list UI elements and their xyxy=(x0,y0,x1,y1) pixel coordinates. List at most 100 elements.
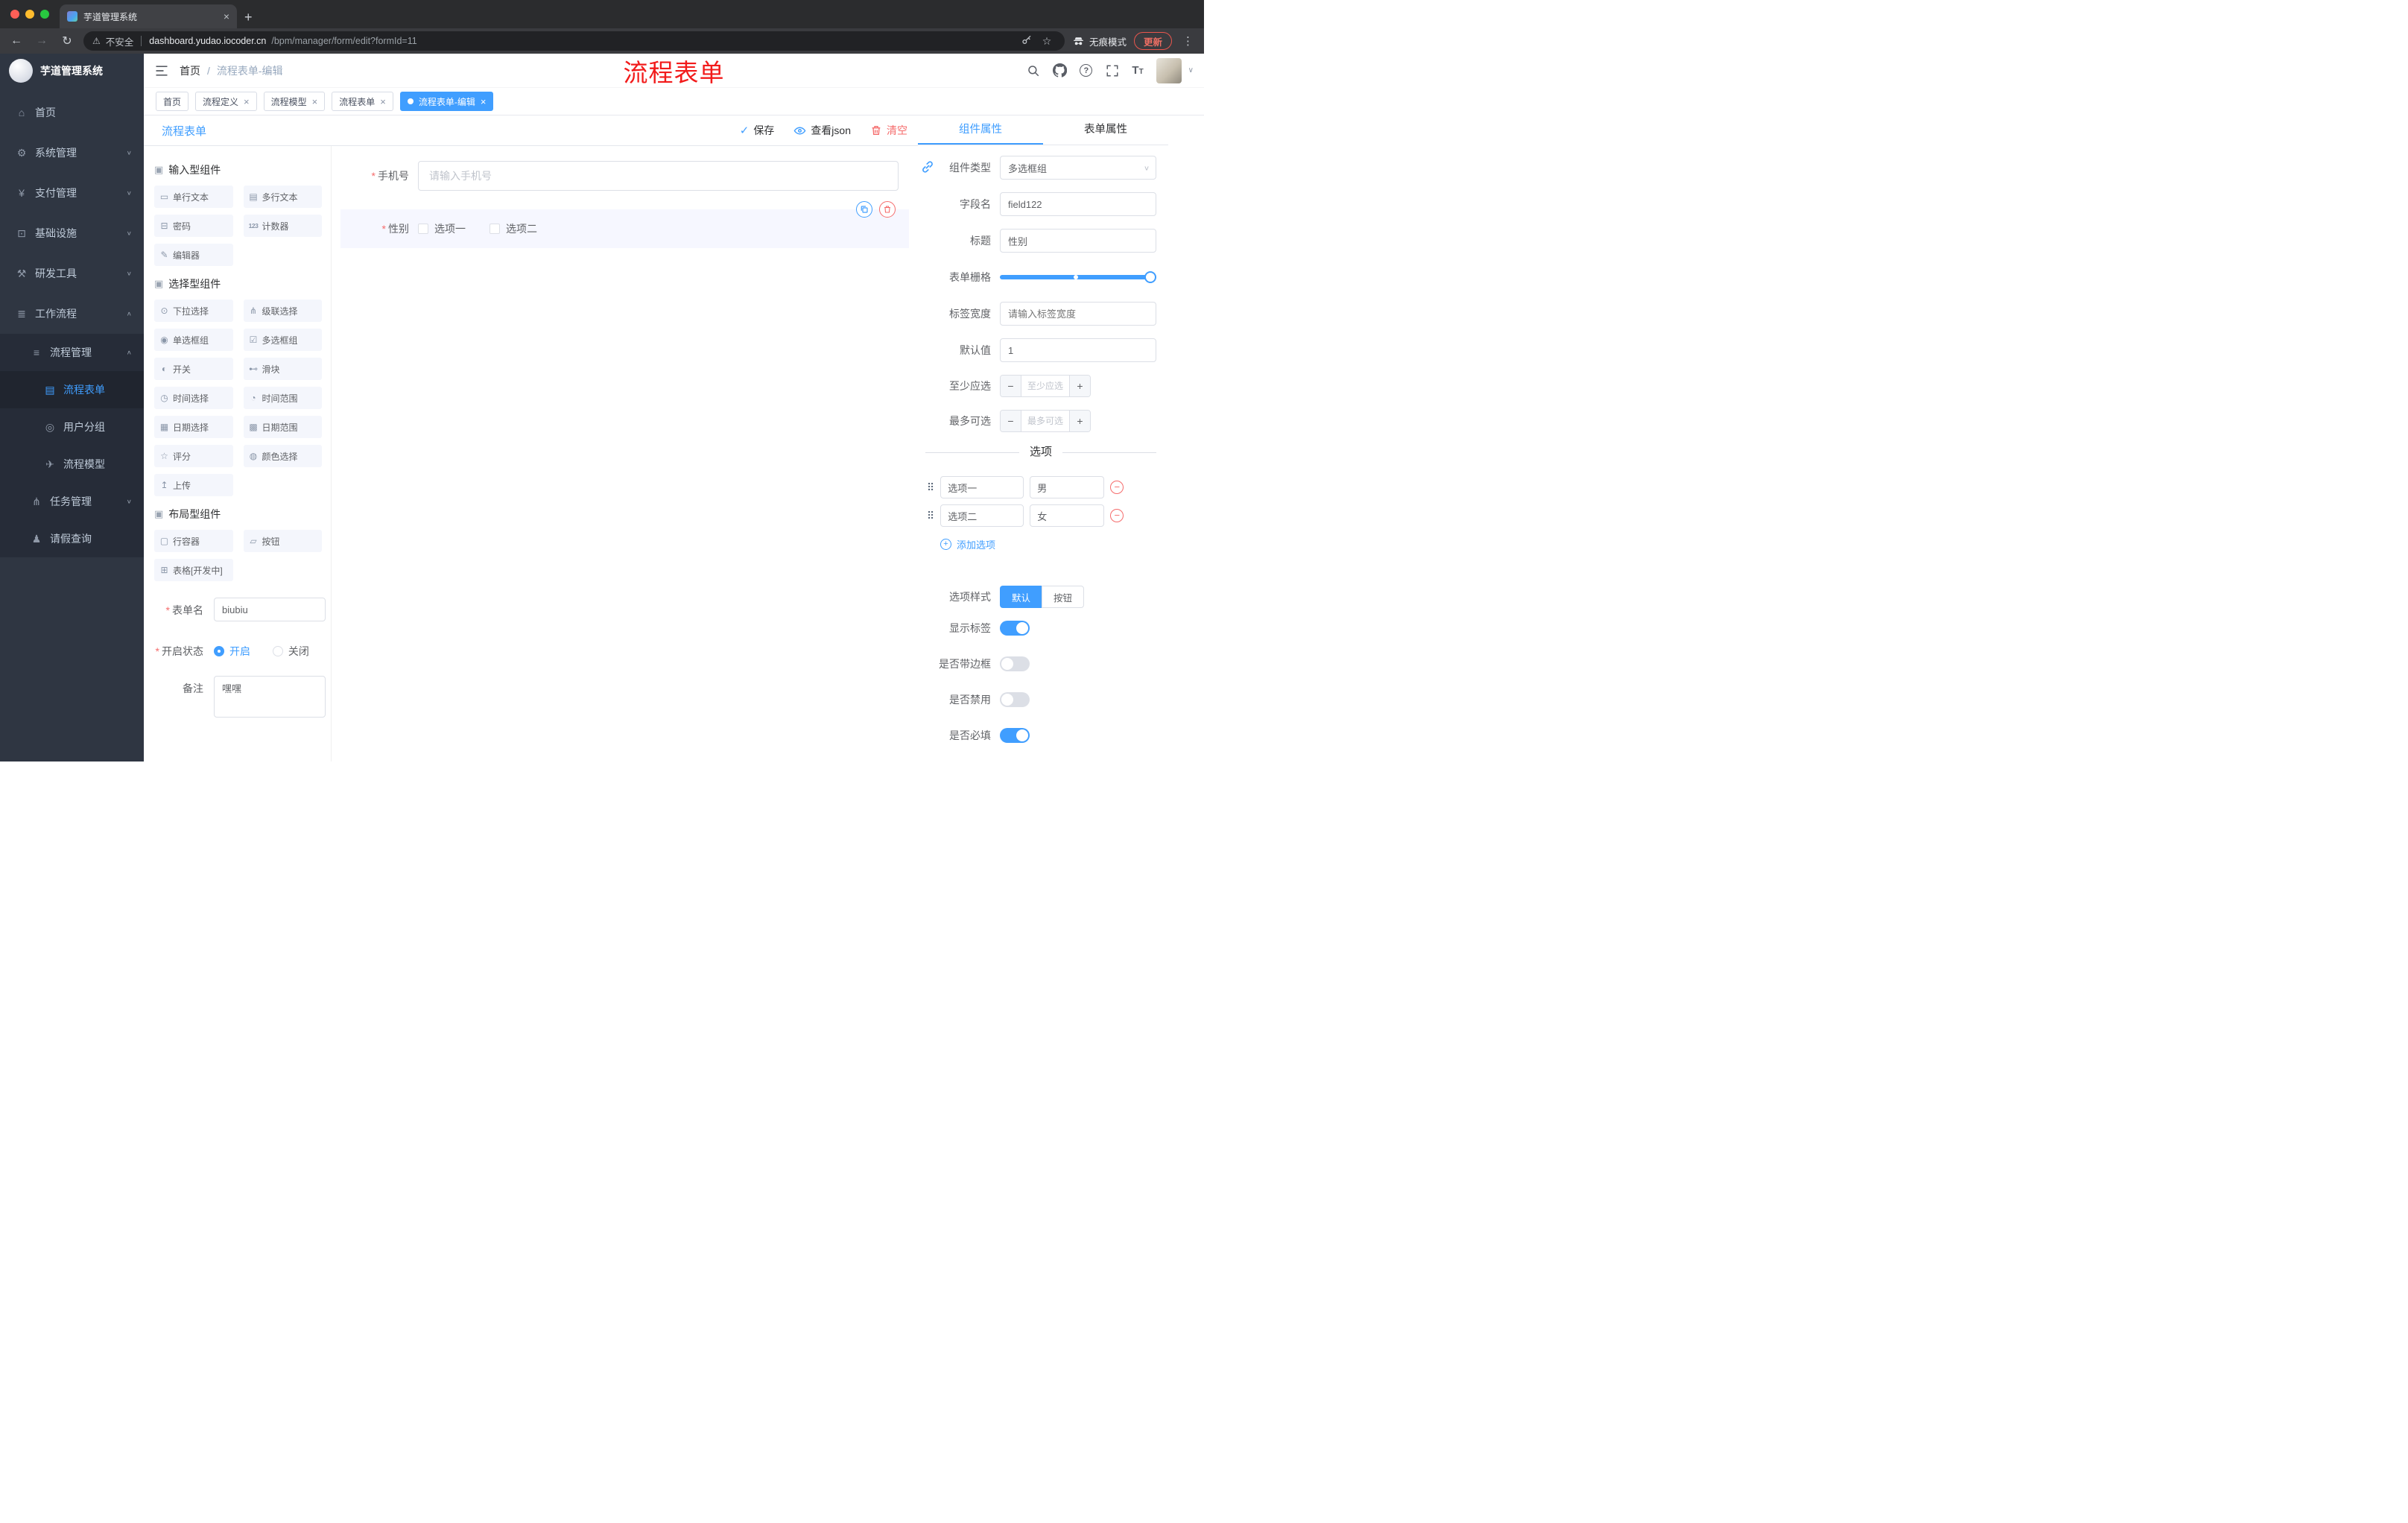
sidebar-item-process-form[interactable]: ▤ 流程表单 xyxy=(0,371,144,408)
border-toggle[interactable] xyxy=(1000,656,1030,671)
palette-item-table[interactable]: ⊞ 表格[开发中] xyxy=(154,559,233,581)
palette-item-date-picker[interactable]: ▦ 日期选择 xyxy=(154,416,233,438)
sidebar-item-process-mgmt[interactable]: ≡ 流程管理 ∧ xyxy=(0,334,144,371)
view-json-button[interactable]: 查看json xyxy=(793,123,851,138)
page-tab-process-form-edit[interactable]: 流程表单-编辑 × xyxy=(399,92,494,111)
page-tab-home[interactable]: 首页 xyxy=(156,92,189,111)
palette-item-multi-text[interactable]: ▤ 多行文本 xyxy=(243,186,322,208)
sidebar-item-home[interactable]: ⌂ 首页 xyxy=(0,92,144,133)
disabled-toggle[interactable] xyxy=(1000,692,1030,707)
address-bar[interactable]: ⚠ 不安全 dashboard.yudao.iocoder.cn/bpm/man… xyxy=(83,31,1065,51)
sidebar-item-task-mgmt[interactable]: ⋔ 任务管理 ∨ xyxy=(0,483,144,520)
form-name-input[interactable] xyxy=(214,598,326,621)
back-icon[interactable]: ← xyxy=(7,34,25,48)
delete-field-button[interactable] xyxy=(879,201,896,218)
sidebar-item-user-group[interactable]: ◎ 用户分组 xyxy=(0,408,144,446)
slider-handle[interactable] xyxy=(1144,271,1156,283)
update-button[interactable]: 更新 xyxy=(1133,32,1172,50)
gender-checkbox-option2[interactable]: 选项二 xyxy=(489,221,537,236)
search-icon[interactable] xyxy=(1026,63,1040,77)
sidebar-item-payment[interactable]: ¥ 支付管理 ∨ xyxy=(0,173,144,213)
tab-form-props[interactable]: 表单属性 xyxy=(1043,115,1168,145)
fullscreen-icon[interactable] xyxy=(1105,63,1119,77)
default-value-input[interactable] xyxy=(1000,338,1156,362)
tab-close-icon[interactable]: × xyxy=(244,96,250,107)
font-size-icon[interactable]: TT xyxy=(1132,64,1143,77)
status-radio-off[interactable]: 关闭 xyxy=(272,639,309,659)
gender-checkbox-option1[interactable]: 选项一 xyxy=(418,221,466,236)
save-button[interactable]: ✓ 保存 xyxy=(740,123,775,138)
show-label-toggle[interactable] xyxy=(1000,621,1030,636)
page-tab-process-model[interactable]: 流程模型 × xyxy=(263,92,326,111)
form-field-phone[interactable]: * 手机号 xyxy=(340,161,909,191)
phone-input[interactable] xyxy=(418,161,899,191)
new-tab-button[interactable]: + xyxy=(244,10,253,25)
option1-value-input[interactable] xyxy=(1030,476,1105,498)
palette-item-checkbox-group[interactable]: ☑ 多选框组 xyxy=(243,329,322,351)
form-field-gender[interactable]: * 性别 选项一 选项二 xyxy=(340,201,909,248)
palette-item-switch[interactable]: ◐ 开关 xyxy=(154,358,233,380)
minimize-window-button[interactable] xyxy=(25,10,34,19)
min-select-input[interactable] xyxy=(1021,376,1069,396)
sidebar-item-system[interactable]: ⚙ 系统管理 ∨ xyxy=(0,133,144,173)
increase-button[interactable]: + xyxy=(1069,376,1090,396)
field-name-input[interactable] xyxy=(1000,192,1156,216)
increase-button[interactable]: + xyxy=(1069,411,1090,431)
status-radio-on[interactable]: 开启 xyxy=(214,639,250,659)
sidebar-item-process-model[interactable]: ✈ 流程模型 xyxy=(0,446,144,483)
sidebar-item-leave-query[interactable]: ♟ 请假查询 xyxy=(0,520,144,557)
sidebar-item-infra[interactable]: ⊡ 基础设施 ∨ xyxy=(0,213,144,253)
close-window-button[interactable] xyxy=(10,10,19,19)
option1-label-input[interactable] xyxy=(940,476,1024,498)
tab-close-icon[interactable]: × xyxy=(312,96,318,107)
bookmark-star-icon[interactable]: ☆ xyxy=(1038,35,1056,48)
forward-icon[interactable]: → xyxy=(33,34,51,48)
hamburger-icon[interactable] xyxy=(154,63,169,78)
label-width-input[interactable] xyxy=(1000,302,1156,326)
reload-icon[interactable]: ↻ xyxy=(58,34,76,48)
palette-item-password[interactable]: ⊟ 密码 xyxy=(154,215,233,237)
zoom-window-button[interactable] xyxy=(40,10,49,19)
palette-item-time-range[interactable]: ◔ 时间范围 xyxy=(243,387,322,409)
decrease-button[interactable]: − xyxy=(1001,376,1021,396)
github-icon[interactable] xyxy=(1053,63,1068,77)
required-toggle[interactable] xyxy=(1000,728,1030,743)
browser-tab[interactable]: 芋道管理系统 × xyxy=(60,4,237,28)
help-icon[interactable]: ? xyxy=(1080,64,1093,77)
component-type-select[interactable]: 多选框组 ∨ xyxy=(1000,156,1156,180)
sidebar-logo[interactable]: 芋道管理系统 xyxy=(0,54,144,88)
clear-button[interactable]: 清空 xyxy=(870,123,907,138)
tab-close-icon[interactable]: × xyxy=(224,10,229,22)
max-select-input[interactable] xyxy=(1021,411,1069,431)
grid-slider[interactable] xyxy=(1000,265,1156,289)
duplicate-field-button[interactable] xyxy=(856,201,872,218)
palette-item-counter[interactable]: 123 计数器 xyxy=(243,215,322,237)
decrease-button[interactable]: − xyxy=(1001,411,1021,431)
browser-menu-icon[interactable]: ⋮ xyxy=(1179,34,1197,48)
palette-item-upload[interactable]: ↥ 上传 xyxy=(154,474,233,496)
tab-component-props[interactable]: 组件属性 xyxy=(918,115,1043,145)
palette-item-time-picker[interactable]: ◷ 时间选择 xyxy=(154,387,233,409)
title-input[interactable] xyxy=(1000,229,1156,253)
palette-item-date-range[interactable]: ▩ 日期范围 xyxy=(243,416,322,438)
bind-field-icon[interactable] xyxy=(920,159,935,174)
sidebar-item-workflow[interactable]: ≣ 工作流程 ∧ xyxy=(0,294,144,334)
palette-item-radio-group[interactable]: ◉ 单选框组 xyxy=(154,329,233,351)
tab-close-icon[interactable]: × xyxy=(481,96,487,107)
option2-value-input[interactable] xyxy=(1030,504,1105,527)
palette-item-slider[interactable]: ⊷ 滑块 xyxy=(243,358,322,380)
style-button-button[interactable]: 按钮 xyxy=(1042,586,1085,608)
page-tab-process-definition[interactable]: 流程定义 × xyxy=(195,92,257,111)
drag-handle-icon[interactable]: ⠿ xyxy=(927,481,934,494)
style-default-button[interactable]: 默认 xyxy=(1000,586,1042,608)
breadcrumb-home[interactable]: 首页 xyxy=(180,63,200,78)
palette-item-row-container[interactable]: ▢ 行容器 xyxy=(154,530,233,552)
palette-item-editor[interactable]: ✎ 编辑器 xyxy=(154,244,233,266)
palette-item-cascader[interactable]: ⋔ 级联选择 xyxy=(243,300,322,322)
sidebar-item-devtools[interactable]: ⚒ 研发工具 ∨ xyxy=(0,253,144,294)
page-tab-process-form[interactable]: 流程表单 × xyxy=(332,92,393,111)
palette-item-dropdown[interactable]: ⊙ 下拉选择 xyxy=(154,300,233,322)
palette-item-single-text[interactable]: ▭ 单行文本 xyxy=(154,186,233,208)
avatar-caret-icon[interactable]: ∨ xyxy=(1188,66,1194,75)
option2-label-input[interactable] xyxy=(940,504,1024,527)
